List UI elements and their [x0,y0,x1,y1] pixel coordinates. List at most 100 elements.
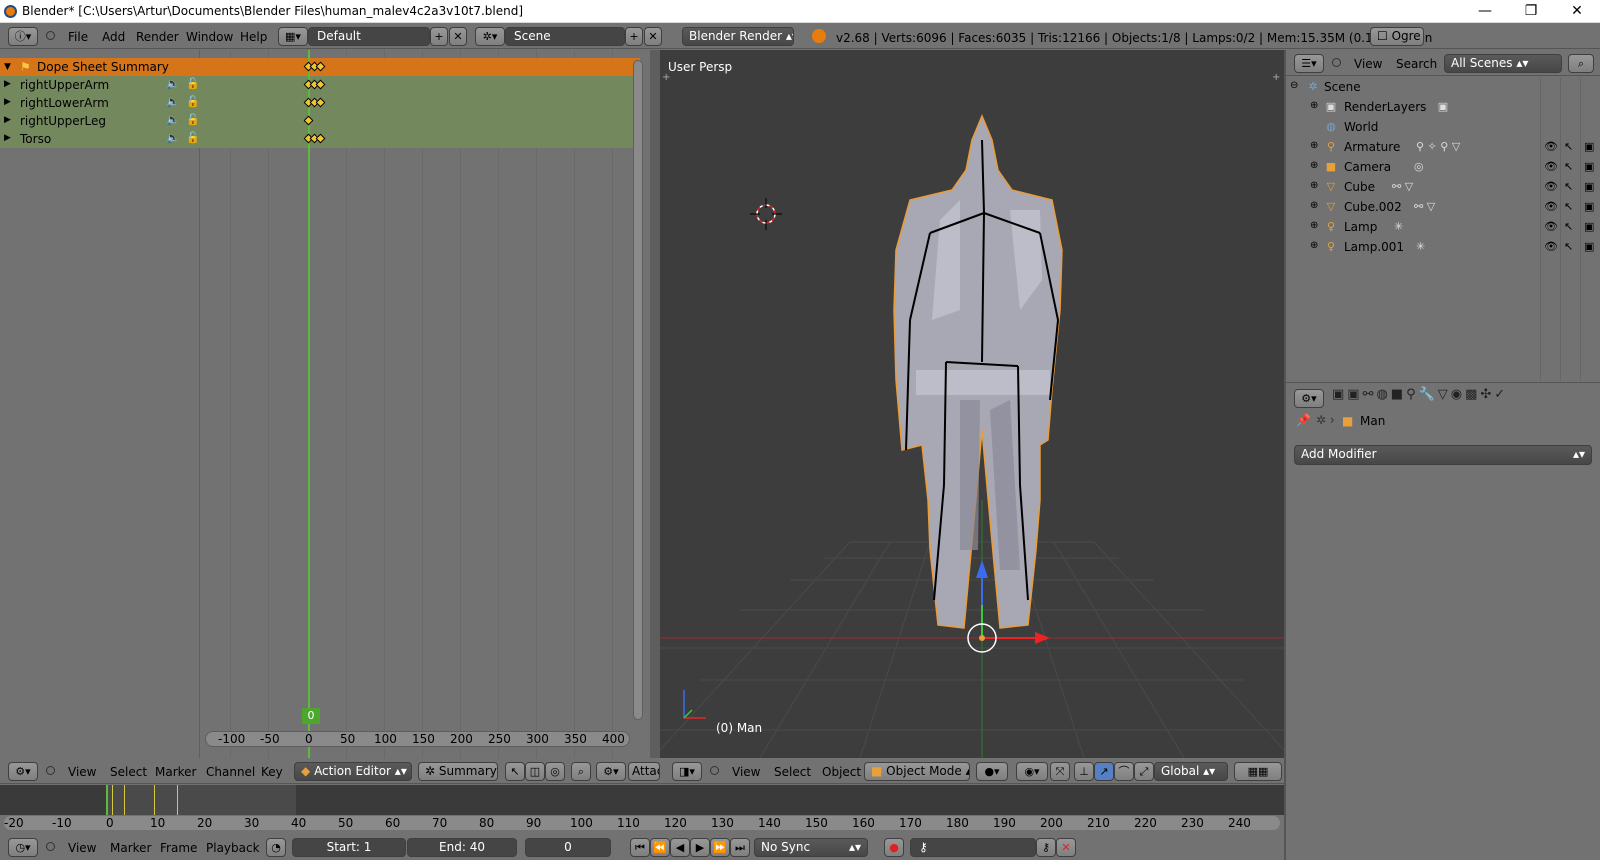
action-attach-field[interactable]: Attac [628,762,660,781]
render-camera-icon[interactable]: ▣ [1584,140,1594,153]
display-mode-select[interactable]: All Scenes ▴▾ [1444,54,1562,73]
remove-scene-icon[interactable]: ✕ [644,27,662,46]
select-cursor-icon[interactable]: ↖ [1564,200,1573,213]
editor-type-info-icon[interactable]: ⓘ▾ [8,27,38,46]
expand-arrow-icon[interactable]: ▶ [4,115,11,125]
interaction-mode-select[interactable]: ■ Object Mode ▴▾ [864,762,970,781]
filter-search-icon[interactable]: ⌕ [571,762,591,781]
rotate-manipulator-icon[interactable]: ↗ [1094,762,1114,781]
play-icon[interactable]: ▶ [690,838,710,857]
layers-grid-icon[interactable]: ▦▦ [1234,762,1282,781]
camera-data-icon[interactable]: ◎ [1414,160,1424,173]
editor-type-dopesheet-icon[interactable]: ⚙▾ [8,762,38,781]
show-hidden-icon[interactable]: ◫ [525,762,545,781]
scale-manipulator-icon[interactable]: ⌒ [1114,762,1134,781]
collapse-menu-icon[interactable] [46,842,55,851]
visibility-eye-icon[interactable]: 👁 [1544,180,1558,193]
select-cursor-icon[interactable]: ↖ [1564,160,1573,173]
lock-icon[interactable]: 🔓 [186,131,200,144]
expand-icon[interactable]: ⊕ [1310,100,1318,111]
menu-render[interactable]: Render [136,30,179,44]
current-frame-field[interactable]: 0 [525,838,611,857]
prev-keyframe-icon[interactable]: ⏪ [650,838,670,857]
render-engine-select[interactable]: Blender Render ▴▾ [682,27,794,46]
render-camera-icon[interactable]: ▣ [1584,180,1594,193]
outliner-item-cube002[interactable]: ⊕ ▽ Cube.002 ⚯ ▽ 👁 ↖ ▣ [1286,197,1600,217]
transform-orientation-select[interactable]: Global ▴▾ [1154,762,1228,781]
menu-marker[interactable]: Marker [110,841,151,855]
viewport-shading-icon[interactable]: ●▾ [976,762,1008,781]
editor-type-properties-icon[interactable]: ⚙▾ [1294,389,1324,408]
pin-icon[interactable]: 📌 [1296,413,1311,427]
collapse-menu-icon[interactable] [710,766,719,775]
pose-icons[interactable]: ⚲ ✧ ⚲ ▽ [1416,140,1460,153]
manipulator-space-icon[interactable]: ⤢ [1134,762,1154,781]
properties-toggle-icon[interactable]: + [1272,72,1280,83]
channel-row-rightupperleg[interactable]: ▶ rightUpperLeg 🔈 🔓 [0,112,640,130]
menu-select[interactable]: Select [110,765,147,779]
render-camera-icon[interactable]: ▣ [1584,240,1594,253]
add-scene-icon[interactable]: + [625,27,643,46]
properties-context-tabs[interactable]: ▣▣⚯◍■⚲🔧▽◉▩✣✓ [1332,387,1508,402]
start-frame-field[interactable]: Start: 1 [292,838,406,857]
area-divider[interactable] [650,50,660,758]
outliner-item-scene[interactable]: ⊖ ✲ Scene [1286,77,1600,97]
expand-arrow-icon[interactable]: ▼ [4,62,11,72]
action-browse-icon[interactable]: ⚙▾ [596,762,626,781]
select-cursor-icon[interactable]: ↖ [1564,240,1573,253]
outliner-item-camera[interactable]: ⊕ ■ Camera ◎ 👁 ↖ ▣ [1286,157,1600,177]
jump-end-icon[interactable]: ⏭ [730,838,750,857]
keying-set-field[interactable]: ⚷ [910,838,1036,857]
menu-select[interactable]: Select [774,765,811,779]
render-camera-icon[interactable]: ▣ [1584,200,1594,213]
collapse-menu-icon[interactable] [46,766,55,775]
collapse-menu-icon[interactable] [46,31,55,40]
only-errors-icon[interactable]: ◎ [545,762,565,781]
search-icon[interactable]: ⌕ [1568,54,1594,73]
visibility-eye-icon[interactable]: 👁 [1544,220,1558,233]
mute-speaker-icon[interactable]: 🔈 [166,95,180,108]
tool-shelf-toggle-icon[interactable]: + [662,72,670,83]
select-cursor-icon[interactable]: ↖ [1564,180,1573,193]
close-button[interactable]: ✕ [1554,0,1600,22]
sync-mode-select[interactable]: No Sync ▴▾ [754,838,868,857]
timeline-frames[interactable] [0,785,1284,815]
mute-speaker-icon[interactable]: 🔈 [166,113,180,126]
minimize-button[interactable]: — [1462,0,1508,22]
menu-help[interactable]: Help [240,30,267,44]
insert-keyframe-icon[interactable]: ⚷ [1036,838,1056,857]
area-divider[interactable] [1284,50,1286,860]
outliner-item-lamp[interactable]: ⊕ ♀ Lamp ✳ 👁 ↖ ▣ [1286,217,1600,237]
lamp-data-icon[interactable]: ✳ [1394,220,1403,233]
render-camera-icon[interactable]: ▣ [1584,220,1594,233]
play-reverse-icon[interactable]: ◀ [670,838,690,857]
scene-field[interactable]: Scene [505,27,625,46]
screen-layout-icon[interactable]: ▦▾ [278,27,308,46]
editor-type-3dview-icon[interactable]: ◨▾ [672,762,702,781]
ogre-button[interactable]: ☐ Ogre [1370,27,1424,46]
menu-channel[interactable]: Channel [206,765,255,779]
menu-view[interactable]: View [732,765,760,779]
modifier-icons[interactable]: ⚯ ▽ [1414,200,1435,213]
record-icon[interactable]: ● [884,838,904,857]
screen-layout-field[interactable]: Default [308,27,430,46]
lock-icon[interactable]: 🔓 [186,113,200,126]
maximize-button[interactable]: ❐ [1508,0,1554,22]
3d-viewport[interactable]: User Persp (0) Man + + [660,50,1284,758]
current-frame-line[interactable] [308,50,310,758]
next-keyframe-icon[interactable]: ⏩ [710,838,730,857]
collapse-menu-icon[interactable] [1332,58,1341,67]
end-frame-field[interactable]: End: 40 [407,838,517,857]
editor-type-outliner-icon[interactable]: ☰▾ [1294,54,1324,73]
vertical-scrollbar[interactable] [633,60,643,720]
menu-add[interactable]: Add [102,30,125,44]
collapse-icon[interactable]: ⊖ [1290,80,1298,91]
menu-key[interactable]: Key [261,765,283,779]
expand-arrow-icon[interactable]: ▶ [4,133,11,143]
menu-playback[interactable]: Playback [206,841,260,855]
menu-marker[interactable]: Marker [155,765,196,779]
outliner-item-cube[interactable]: ⊕ ▽ Cube ⚯ ▽ 👁 ↖ ▣ [1286,177,1600,197]
current-frame-line[interactable] [106,785,108,815]
expand-icon[interactable]: ⊕ [1310,200,1318,211]
expand-icon[interactable]: ⊕ [1310,180,1318,191]
